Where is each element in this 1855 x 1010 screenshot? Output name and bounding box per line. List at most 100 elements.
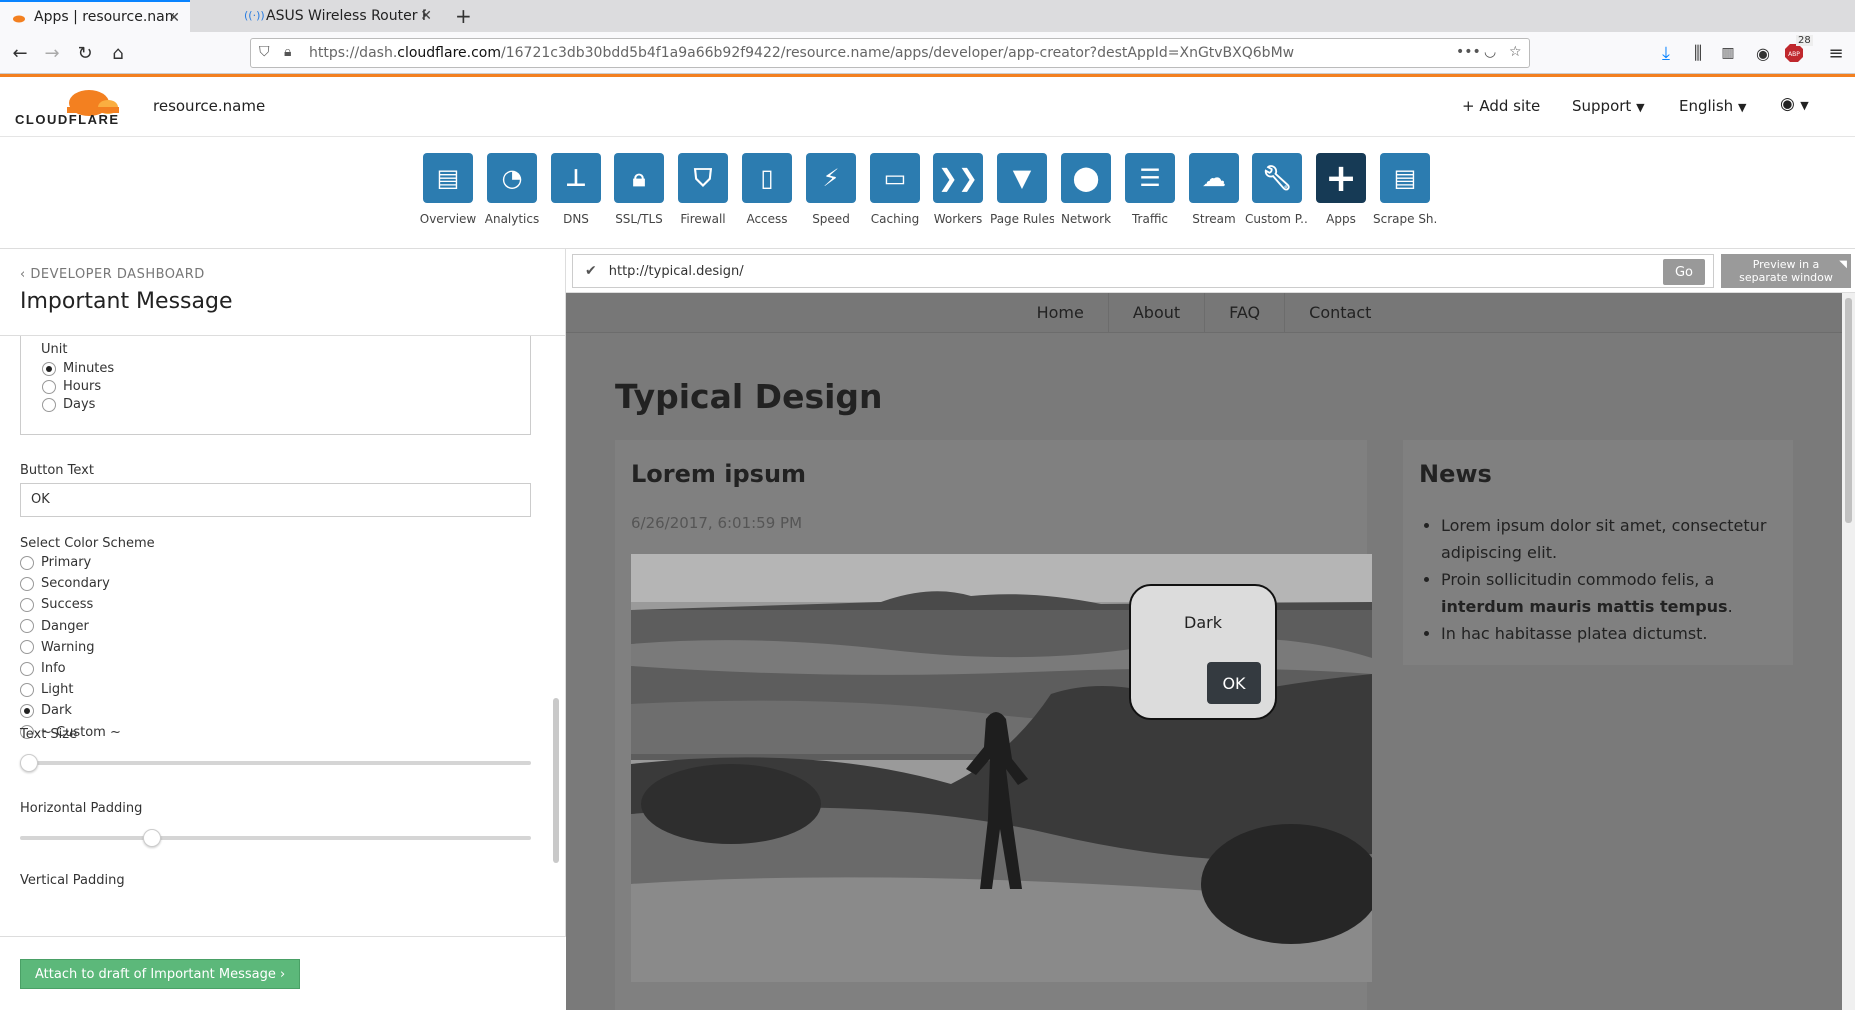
back-button[interactable]: ← <box>8 41 32 65</box>
app-tile[interactable]: ⛉ <box>678 153 728 203</box>
horizontal-padding-slider-thumb[interactable] <box>143 829 161 847</box>
app-workers[interactable]: ❯❯ Workers <box>926 153 990 226</box>
app-tile[interactable]: ▤ <box>1380 153 1430 203</box>
app-tile[interactable]: 🔒︎ <box>614 153 664 203</box>
site-nav-about[interactable]: About <box>1107 293 1204 333</box>
text-size-slider-thumb[interactable] <box>20 754 38 772</box>
forward-button[interactable]: → <box>40 41 64 65</box>
unit-option-minutes[interactable]: Minutes <box>42 361 114 376</box>
reload-button[interactable]: ↻ <box>73 41 97 65</box>
breadcrumb[interactable]: ‹ DEVELOPER DASHBOARD <box>20 267 205 282</box>
app-tile[interactable]: ❯❯ <box>933 153 983 203</box>
preview-scrollbar-thumb[interactable] <box>1845 298 1852 523</box>
account-domain[interactable]: resource.name <box>153 97 265 115</box>
unit-option-hours[interactable]: Hours <box>42 379 101 394</box>
color-scheme-option-dark[interactable]: Dark <box>20 703 72 718</box>
url-prefix: https://dash. <box>309 45 398 61</box>
attach-draft-button[interactable]: Attach to draft of Important Message › <box>20 959 301 989</box>
color-scheme-option-warning[interactable]: Warning <box>20 640 94 655</box>
more-icon[interactable]: ••• <box>1456 44 1481 60</box>
radio-button[interactable] <box>20 661 34 676</box>
pocket-icon[interactable]: ◡ <box>1484 44 1496 60</box>
app-tile[interactable]: ☁︎ <box>1189 153 1239 203</box>
button-text-input[interactable]: OK <box>20 483 531 517</box>
app-scrape-sh[interactable]: ▤ Scrape Sh... <box>1373 153 1437 226</box>
app-tile[interactable]: 🔧︎ <box>1252 153 1302 203</box>
sidebar-icon[interactable]: ▥ <box>1716 41 1740 65</box>
color-scheme-option-light[interactable]: Light <box>20 682 73 697</box>
color-scheme-option-primary[interactable]: Primary <box>20 555 91 570</box>
color-scheme-option-success[interactable]: Success <box>20 597 93 612</box>
text-size-slider[interactable] <box>20 761 531 765</box>
library-icon[interactable]: ⫼ <box>1686 41 1710 65</box>
user-menu[interactable]: ◉ ▼ <box>1780 94 1809 114</box>
radio-button[interactable] <box>20 619 34 634</box>
app-tile[interactable]: ☰ <box>1125 153 1175 203</box>
site-nav-home[interactable]: Home <box>1013 293 1108 333</box>
app-firewall[interactable]: ⛉ Firewall <box>671 153 735 226</box>
form-scroll-area[interactable]: Unit Minutes Hours Days Button Text OK S… <box>0 336 566 936</box>
app-tile[interactable]: ◔ <box>487 153 537 203</box>
app-tile[interactable]: ▼ <box>997 153 1047 203</box>
adblock-icon[interactable]: ABP 28 <box>1782 35 1813 65</box>
app-access[interactable]: ▯ Access <box>735 153 799 226</box>
site-nav-contact[interactable]: Contact <box>1284 293 1395 333</box>
app-caching[interactable]: ▭ Caching <box>863 153 927 226</box>
app-ssl-tls[interactable]: 🔒︎ SSL/TLS <box>607 153 671 226</box>
app-speed[interactable]: ⚡︎ Speed <box>799 153 863 226</box>
app-tile[interactable]: ▯ <box>742 153 792 203</box>
preview-separate-window-button[interactable]: Preview in a separate window ◥ <box>1721 254 1851 288</box>
support-menu[interactable]: Support ▼ <box>1572 97 1645 115</box>
app-network[interactable]: ⬤ Network <box>1054 153 1118 226</box>
app-tile[interactable]: ⬤ <box>1061 153 1111 203</box>
unit-option-days[interactable]: Days <box>42 397 95 412</box>
radio-button[interactable] <box>20 597 34 612</box>
radio-button[interactable] <box>42 361 56 376</box>
radio-button[interactable] <box>20 640 34 655</box>
tab-apps[interactable]: Apps | resource.name | ⁄ ✕ <box>0 0 190 32</box>
radio-button[interactable] <box>20 682 34 697</box>
panel-scrollbar[interactable] <box>553 698 559 863</box>
account-icon[interactable]: ◉ <box>1751 41 1775 65</box>
app-tile[interactable]: ⊥ <box>551 153 601 203</box>
preview-url-field[interactable]: ✔ http://typical.design/ Go <box>572 254 1714 288</box>
app-dns[interactable]: ⊥ DNS <box>544 153 608 226</box>
modal-ok-button[interactable]: OK <box>1207 662 1261 704</box>
app-page-rules[interactable]: ▼ Page Rules <box>990 153 1054 226</box>
radio-button[interactable] <box>42 397 56 412</box>
preview-scrollbar[interactable] <box>1842 293 1855 1010</box>
download-icon[interactable]: ⤓ <box>1654 41 1678 65</box>
add-site-link[interactable]: + Add site <box>1462 97 1540 115</box>
horizontal-padding-slider[interactable] <box>20 836 531 840</box>
address-bar[interactable]: ⛉ 🔒︎ https://dash.cloudflare.com/16721c3… <box>250 38 1530 68</box>
go-button[interactable]: Go <box>1663 259 1705 285</box>
shield-icon[interactable]: ⛉ <box>259 44 270 60</box>
home-icon[interactable]: ⌂ <box>106 41 130 65</box>
app-analytics[interactable]: ◔ Analytics <box>480 153 544 226</box>
tab-asus[interactable]: ((·)) ASUS Wireless Router RT ✕ <box>232 0 442 32</box>
bookmark-star-icon[interactable]: ☆ <box>1509 44 1522 60</box>
color-scheme-option-secondary[interactable]: Secondary <box>20 576 110 591</box>
radio-button[interactable] <box>20 576 34 591</box>
app-overview[interactable]: ▤ Overview <box>416 153 480 226</box>
color-scheme-option-info[interactable]: Info <box>20 661 66 676</box>
close-icon[interactable]: ✕ <box>168 10 180 26</box>
app-tile[interactable]: ⚡︎ <box>806 153 856 203</box>
radio-button[interactable] <box>20 555 34 570</box>
radio-button[interactable] <box>20 703 34 718</box>
app-custom-p[interactable]: 🔧︎ Custom P... <box>1245 153 1309 226</box>
language-menu[interactable]: English ▼ <box>1679 97 1746 115</box>
lock-icon[interactable]: 🔒︎ <box>284 44 291 60</box>
app-apps[interactable]: + Apps <box>1309 153 1373 226</box>
radio-button[interactable] <box>42 379 56 394</box>
color-scheme-option-danger[interactable]: Danger <box>20 619 89 634</box>
site-nav-faq[interactable]: FAQ <box>1204 293 1284 333</box>
menu-icon[interactable]: ≡ <box>1824 41 1848 65</box>
new-tab-button[interactable]: + <box>455 4 472 28</box>
app-traffic[interactable]: ☰ Traffic <box>1118 153 1182 226</box>
app-tile[interactable]: ▭ <box>870 153 920 203</box>
app-tile[interactable]: + <box>1316 153 1366 203</box>
app-stream[interactable]: ☁︎ Stream <box>1182 153 1246 226</box>
app-tile[interactable]: ▤ <box>423 153 473 203</box>
close-icon[interactable]: ✕ <box>420 8 432 24</box>
